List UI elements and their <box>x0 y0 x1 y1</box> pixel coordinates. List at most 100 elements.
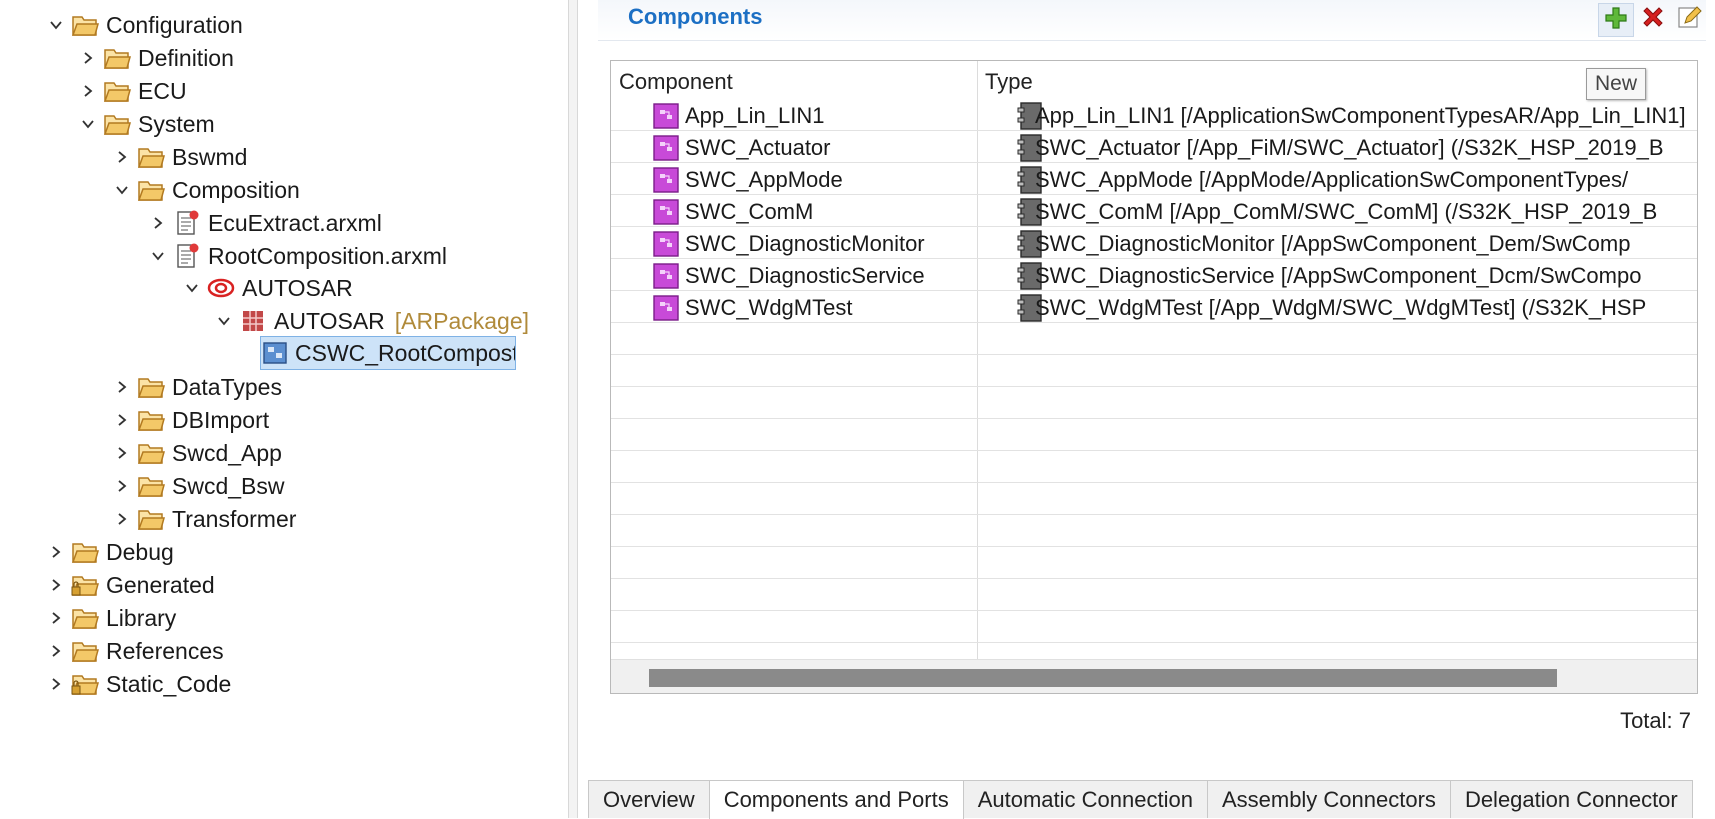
tree-node-system[interactable]: System <box>74 107 217 141</box>
table-row[interactable]: App_Lin_LIN1 App_Lin_LIN1 [/ApplicationSw… <box>611 99 1697 131</box>
type-cell[interactable]: SWC_AppMode [/AppMode/ApplicationSwCompo… <box>1017 163 1697 197</box>
chevron-right-icon[interactable] <box>42 667 70 701</box>
tree-node-composition[interactable]: Composition <box>108 173 302 207</box>
table-row[interactable] <box>611 483 1697 515</box>
chevron-right-icon[interactable] <box>108 502 136 536</box>
tree-node-debug[interactable]: Debug <box>42 535 176 569</box>
delete-icon <box>1640 4 1666 35</box>
chevron-right-icon[interactable] <box>42 634 70 668</box>
tree-node-autosar-package[interactable]: AUTOSAR [ARPackage] <box>210 304 529 338</box>
table-row[interactable]: SWC_WdgMTest SWC_WdgMTest [/App_WdgM/SWC_… <box>611 291 1697 323</box>
table-row[interactable] <box>611 355 1697 387</box>
horizontal-scrollbar[interactable] <box>611 659 1697 693</box>
type-cell[interactable]: SWC_Actuator [/App_FiM/SWC_Actuator] (/S… <box>1017 131 1697 165</box>
chevron-right-icon[interactable] <box>74 74 102 108</box>
add-component-button[interactable] <box>1598 3 1634 37</box>
total-count: Total: 7 <box>1620 708 1691 733</box>
components-section-header: Components <box>598 0 1706 41</box>
type-cell[interactable]: SWC_DiagnosticMonitor [/AppSwComponent_D… <box>1017 227 1697 261</box>
table-row[interactable]: SWC_ComM SWC_ComM [/App_ComM/SWC_ComM] (/… <box>611 195 1697 227</box>
edit-component-button[interactable] <box>1672 3 1706 35</box>
table-row[interactable]: SWC_DiagnosticService SWC_DiagnosticServi… <box>611 259 1697 291</box>
chevron-right-icon[interactable] <box>42 601 70 635</box>
table-row[interactable] <box>611 515 1697 547</box>
tree-node-ecu[interactable]: ECU <box>74 74 189 108</box>
table-row[interactable]: SWC_Actuator SWC_Actuator [/App_FiM/SWC_A… <box>611 131 1697 163</box>
tab-components-and-ports[interactable]: Components and Ports <box>708 780 964 819</box>
tree-node-label: RootComposition.arxml <box>208 242 448 269</box>
tree-node-references[interactable]: References <box>42 634 226 668</box>
tree-node-bswmd[interactable]: Bswmd <box>108 140 249 174</box>
tree-node-datatypes[interactable]: DataTypes <box>108 370 284 404</box>
chevron-down-icon[interactable] <box>42 8 70 42</box>
tree-node-generated[interactable]: Generated <box>42 568 217 602</box>
tab-assembly-connectors[interactable]: Assembly Connectors <box>1206 780 1451 818</box>
tab-automatic-connection[interactable]: Automatic Connection <box>962 780 1208 818</box>
table-row[interactable] <box>611 611 1697 643</box>
table-row[interactable] <box>611 579 1697 611</box>
chevron-right-icon[interactable] <box>144 206 172 240</box>
table-row[interactable] <box>611 451 1697 483</box>
tree-node-label: AUTOSAR <box>274 307 385 334</box>
component-cell[interactable]: SWC_Actuator <box>651 131 1007 165</box>
component-cell[interactable]: SWC_DiagnosticMonitor <box>651 227 1007 261</box>
tree-node-swcd-bsw[interactable]: Swcd_Bsw <box>108 469 286 503</box>
tree-node-autosar[interactable]: AUTOSAR <box>178 271 355 305</box>
tab-overview[interactable]: Overview <box>588 780 710 818</box>
component-cell[interactable]: SWC_DiagnosticService <box>651 259 1007 293</box>
component-cell[interactable]: SWC_WdgMTest <box>651 291 1007 325</box>
table-row[interactable] <box>611 323 1697 355</box>
chevron-down-icon[interactable] <box>144 239 172 273</box>
tree-node-static-code[interactable]: Static_Code <box>42 667 233 701</box>
table-row[interactable]: SWC_DiagnosticMonitor SWC_DiagnosticMonit… <box>611 227 1697 259</box>
tree-node-label: Transformer <box>172 505 297 532</box>
tree-node-dbimport[interactable]: DBImport <box>108 403 271 437</box>
type-cell[interactable]: SWC_ComM [/App_ComM/SWC_ComM] (/S32K_HSP… <box>1017 195 1697 229</box>
tree-node-swcd-app[interactable]: Swcd_App <box>108 436 284 470</box>
add-icon <box>1603 5 1629 36</box>
tree-node-root-composition[interactable]: RootComposition.arxml <box>144 239 449 273</box>
locked-folder-icon <box>70 570 100 600</box>
table-row[interactable] <box>611 387 1697 419</box>
column-header-component[interactable]: Component <box>619 69 733 95</box>
chevron-right-icon[interactable] <box>74 41 102 75</box>
chevron-right-icon[interactable] <box>108 370 136 404</box>
delete-component-button[interactable] <box>1636 3 1670 35</box>
column-header-type[interactable]: Type <box>985 69 1033 95</box>
component-name: App_Lin_LIN1 <box>685 103 825 128</box>
folder-open-icon <box>102 109 132 139</box>
type-cell[interactable]: SWC_DiagnosticService [/AppSwComponent_D… <box>1017 259 1697 293</box>
chevron-right-icon[interactable] <box>108 469 136 503</box>
tree-node-transformer[interactable]: Transformer <box>108 502 298 536</box>
chevron-down-icon[interactable] <box>210 304 238 338</box>
software-component-icon <box>651 165 681 195</box>
component-cell[interactable]: App_Lin_LIN1 <box>651 99 1007 133</box>
chevron-right-icon[interactable] <box>108 403 136 437</box>
tree-node-label: Swcd_App <box>172 439 282 466</box>
scrollbar-thumb[interactable] <box>649 669 1557 687</box>
type-cell[interactable]: App_Lin_LIN1 [/ApplicationSwComponentTyp… <box>1017 99 1697 133</box>
chevron-right-icon[interactable] <box>108 436 136 470</box>
table-row[interactable] <box>611 547 1697 579</box>
folder-open-icon <box>70 603 100 633</box>
chevron-right-icon[interactable] <box>108 140 136 174</box>
tree-node-library[interactable]: Library <box>42 601 178 635</box>
component-name: SWC_DiagnosticMonitor <box>685 231 925 256</box>
chevron-right-icon[interactable] <box>42 535 70 569</box>
chevron-down-icon[interactable] <box>178 271 206 305</box>
tree-node-definition[interactable]: Definition <box>74 41 236 75</box>
type-cell[interactable]: SWC_WdgMTest [/App_WdgM/SWC_WdgMTest] (/… <box>1017 291 1697 325</box>
tree-node-configuration[interactable]: Configuration <box>42 8 245 42</box>
tab-delegation-connector[interactable]: Delegation Connector <box>1449 780 1693 818</box>
tree-node-cswc-root-composition[interactable]: CSWC_RootCompostio <box>260 336 516 370</box>
tree-node-ecu-extract[interactable]: EcuExtract.arxml <box>144 206 384 240</box>
component-name: SWC_ComM <box>685 199 814 224</box>
component-cell[interactable]: SWC_ComM <box>651 195 1007 229</box>
chevron-down-icon[interactable] <box>74 107 102 141</box>
table-row[interactable] <box>611 419 1697 451</box>
chevron-down-icon[interactable] <box>108 173 136 207</box>
panel-splitter[interactable] <box>568 0 578 818</box>
chevron-right-icon[interactable] <box>42 568 70 602</box>
table-row[interactable]: SWC_AppMode SWC_AppMode [/AppMode/Applica… <box>611 163 1697 195</box>
component-cell[interactable]: SWC_AppMode <box>651 163 1007 197</box>
